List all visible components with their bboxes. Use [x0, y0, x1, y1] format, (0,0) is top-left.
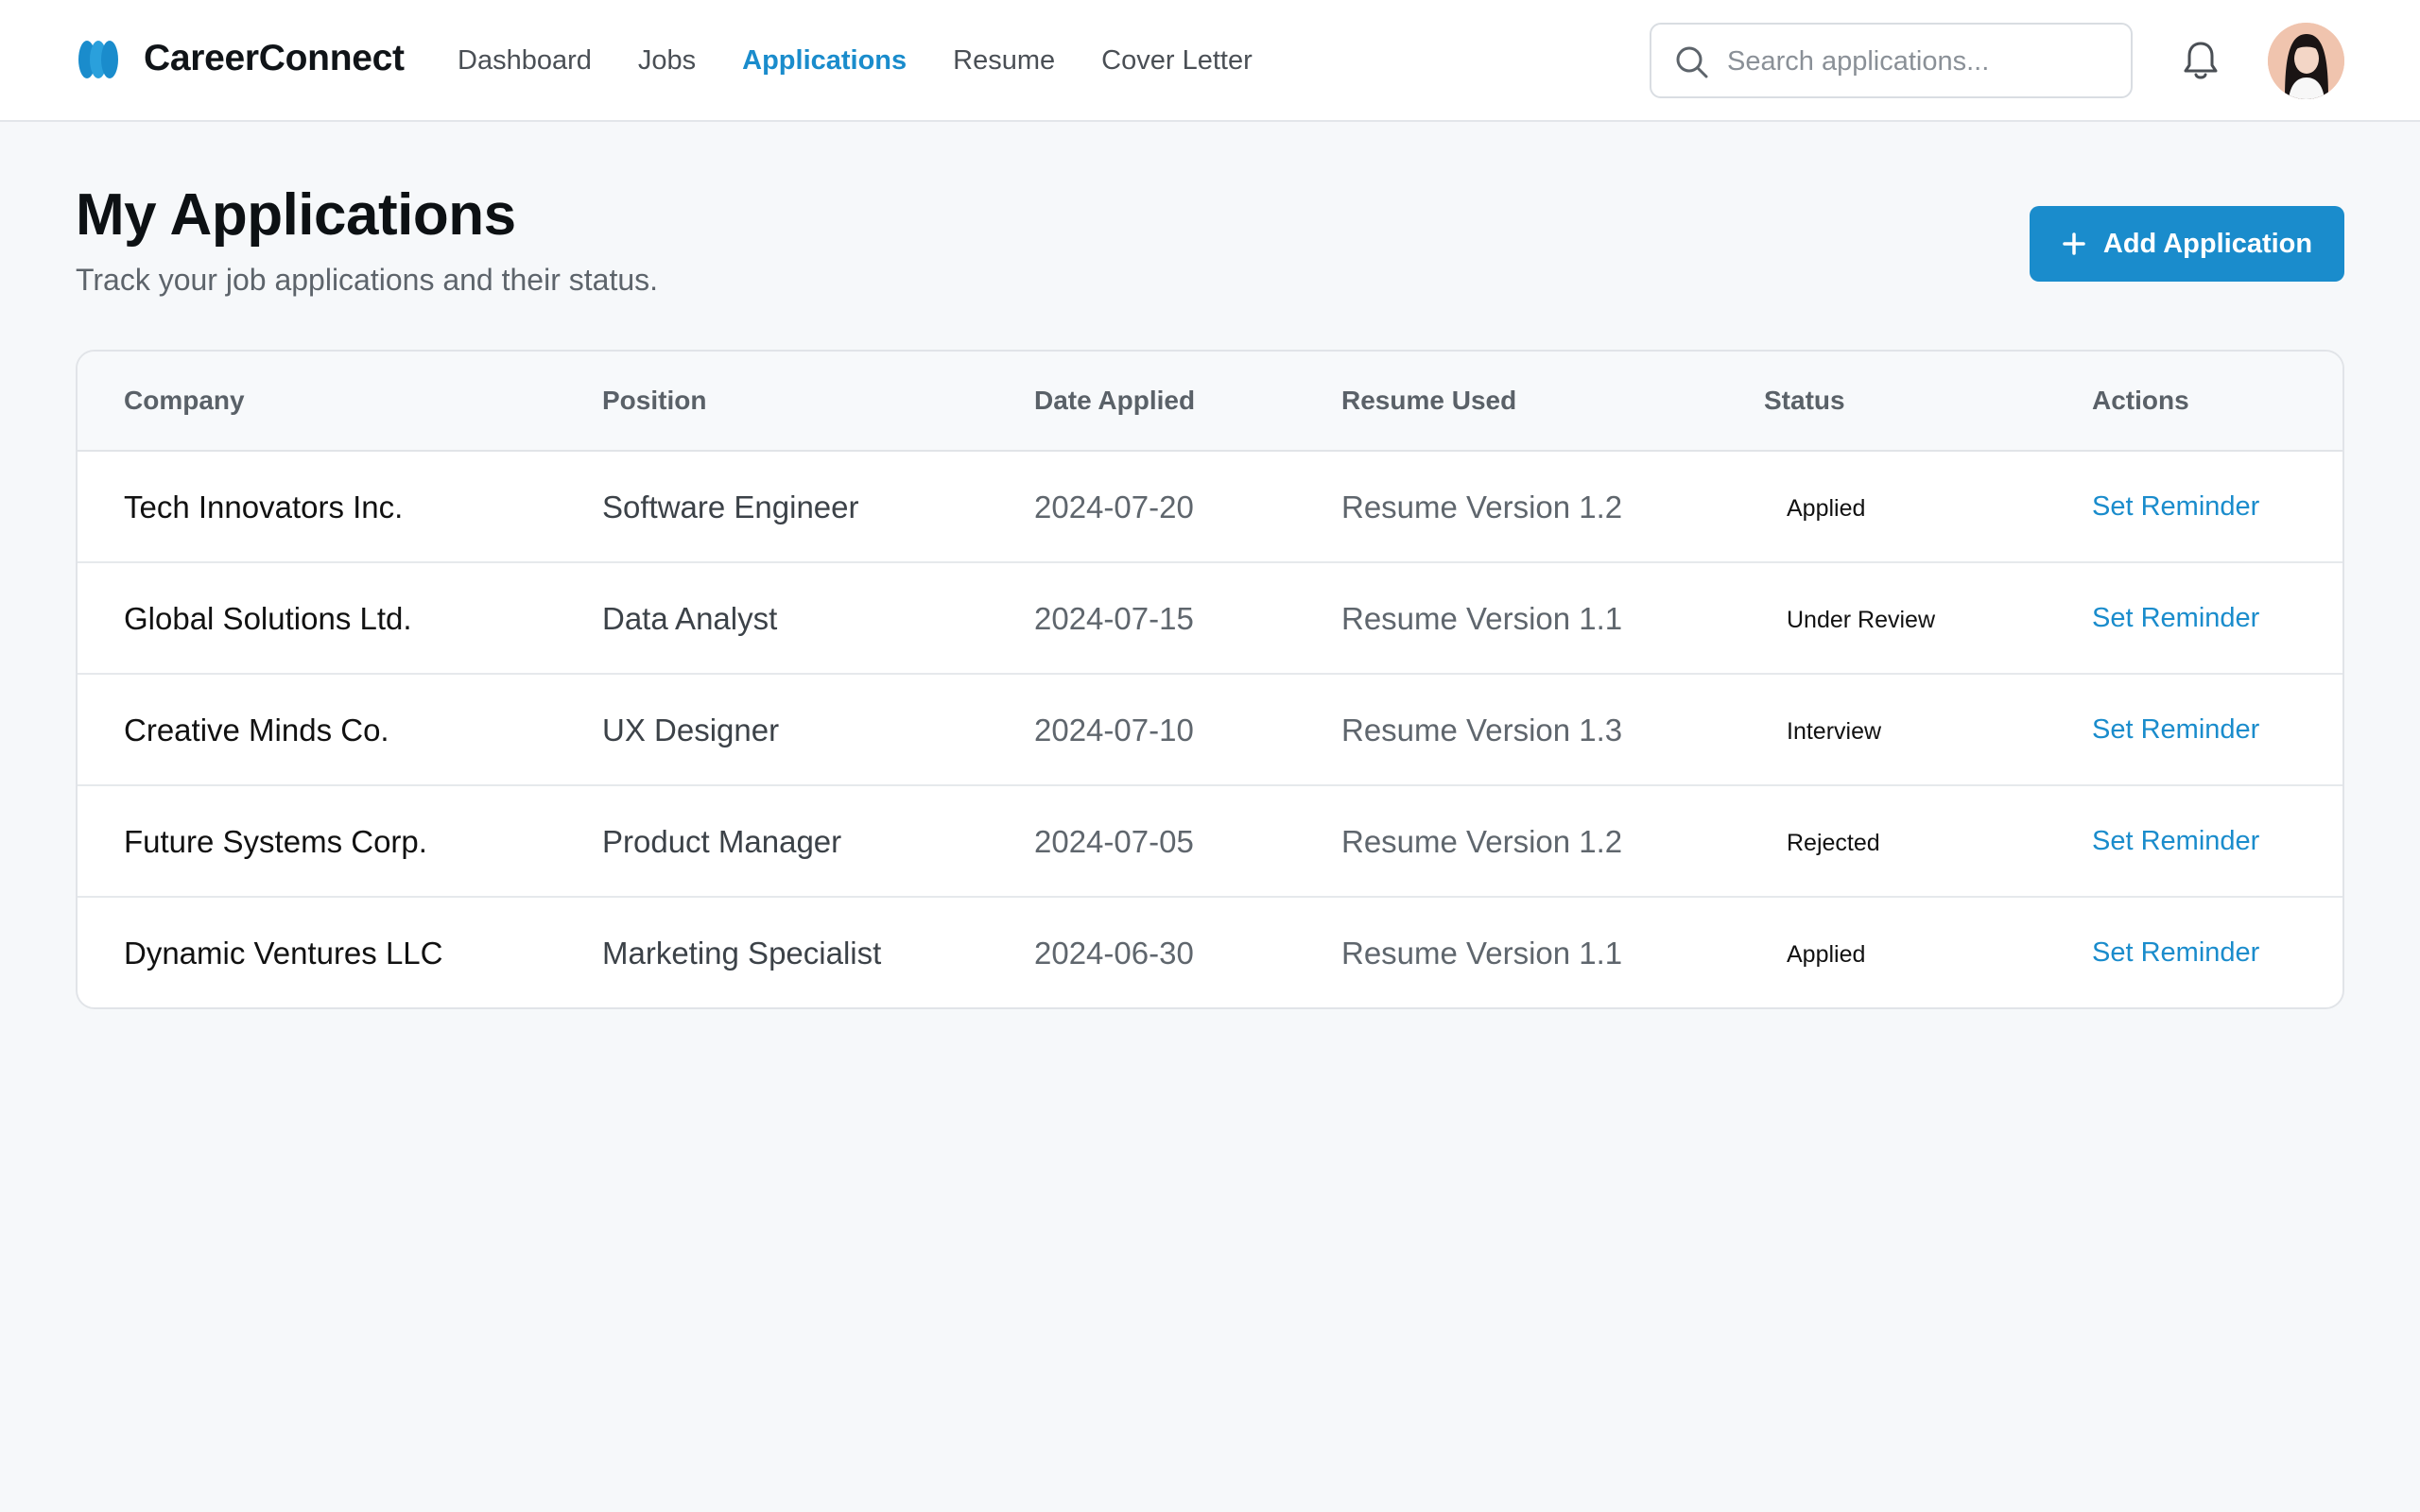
- column-header-company[interactable]: Company: [124, 386, 245, 416]
- date-cell: 2024-06-30: [1034, 936, 1194, 971]
- resume-cell: Resume Version 1.2: [1341, 824, 1623, 859]
- company-cell: Creative Minds Co.: [124, 713, 389, 747]
- date-cell: 2024-07-10: [1034, 713, 1194, 747]
- position-cell: Product Manager: [602, 824, 842, 859]
- table-row[interactable]: Tech Innovators Inc. Software Engineer 2…: [78, 452, 2342, 563]
- top-navigation-bar: CareerConnect Dashboard Jobs Application…: [0, 0, 2420, 122]
- plus-icon: [2063, 232, 2085, 255]
- resume-cell: Resume Version 1.1: [1341, 601, 1623, 636]
- column-header-date-applied[interactable]: Date Applied: [1034, 386, 1195, 416]
- main-nav: Dashboard Jobs Applications Resume Cover…: [458, 43, 1299, 77]
- set-reminder-link[interactable]: Set Reminder: [2092, 937, 2259, 969]
- set-reminder-link[interactable]: Set Reminder: [2092, 714, 2259, 746]
- page-subtitle: Track your job applications and their st…: [76, 263, 659, 297]
- date-cell: 2024-07-05: [1034, 824, 1194, 859]
- user-avatar[interactable]: [2268, 23, 2344, 99]
- resume-cell: Resume Version 1.3: [1341, 713, 1623, 747]
- status-badge: Interview: [1787, 718, 1882, 745]
- avatar-portrait-icon: [2268, 23, 2344, 99]
- set-reminder-link[interactable]: Set Reminder: [2092, 826, 2259, 857]
- position-cell: Software Engineer: [602, 490, 859, 524]
- add-application-button[interactable]: Add Application: [2030, 206, 2344, 282]
- table-row[interactable]: Dynamic Ventures LLC Marketing Specialis…: [78, 898, 2342, 1007]
- status-badge: Under Review: [1787, 607, 1936, 633]
- search-input[interactable]: [1727, 42, 2115, 81]
- set-reminder-link[interactable]: Set Reminder: [2092, 603, 2259, 634]
- nav-item-cover-letter[interactable]: Cover Letter: [1101, 43, 1253, 77]
- applications-table: Company Position Date Applied Resume Use…: [76, 350, 2344, 1009]
- resume-cell: Resume Version 1.2: [1341, 490, 1623, 524]
- position-cell: Data Analyst: [602, 601, 778, 636]
- date-cell: 2024-07-20: [1034, 490, 1194, 524]
- column-header-actions: Actions: [2092, 386, 2189, 415]
- nav-item-jobs[interactable]: Jobs: [638, 43, 696, 77]
- company-cell: Dynamic Ventures LLC: [124, 936, 443, 971]
- search-box[interactable]: [1650, 23, 2133, 98]
- status-badge: Rejected: [1787, 830, 1880, 856]
- set-reminder-link[interactable]: Set Reminder: [2092, 491, 2259, 523]
- table-row[interactable]: Global Solutions Ltd. Data Analyst 2024-…: [78, 563, 2342, 675]
- status-badge: Applied: [1787, 495, 1866, 522]
- status-badge: Applied: [1787, 941, 1866, 968]
- app-name[interactable]: CareerConnect: [144, 38, 405, 79]
- table-header: Company Position Date Applied Resume Use…: [78, 352, 2342, 452]
- column-header-position[interactable]: Position: [602, 386, 706, 416]
- company-cell: Global Solutions Ltd.: [124, 601, 412, 636]
- resume-cell: Resume Version 1.1: [1341, 936, 1623, 971]
- position-cell: UX Designer: [602, 713, 780, 747]
- company-cell: Future Systems Corp.: [124, 824, 427, 859]
- table-row[interactable]: Creative Minds Co. UX Designer 2024-07-1…: [78, 675, 2342, 786]
- column-header-status[interactable]: Status: [1764, 386, 1845, 416]
- nav-item-dashboard[interactable]: Dashboard: [458, 43, 592, 77]
- bell-icon[interactable]: [2182, 40, 2220, 81]
- column-header-resume-used[interactable]: Resume Used: [1341, 386, 1516, 416]
- nav-item-applications[interactable]: Applications: [742, 43, 907, 77]
- search-icon: [1676, 46, 1708, 78]
- date-cell: 2024-07-15: [1034, 601, 1194, 636]
- table-row[interactable]: Future Systems Corp. Product Manager 202…: [78, 786, 2342, 898]
- add-application-label: Add Application: [2102, 228, 2313, 259]
- nav-item-resume[interactable]: Resume: [953, 43, 1055, 77]
- company-cell: Tech Innovators Inc.: [124, 490, 404, 524]
- brand-logo-icon[interactable]: [78, 40, 119, 79]
- page-title: My Applications: [76, 182, 516, 248]
- position-cell: Marketing Specialist: [602, 936, 882, 971]
